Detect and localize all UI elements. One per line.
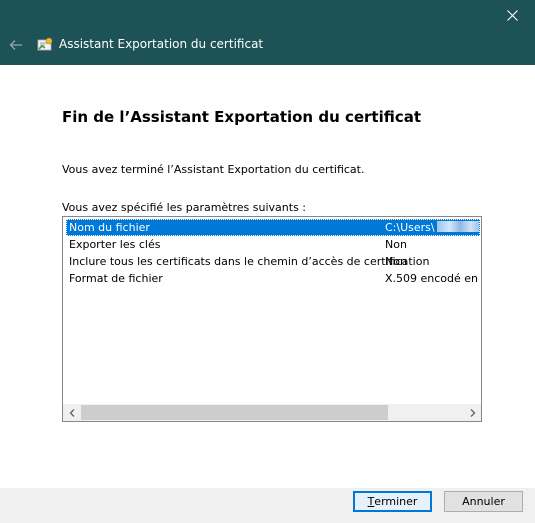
list-item[interactable]: Nom du fichier C:\Users\ bbox=[66, 219, 480, 236]
list-item[interactable]: Format de fichier X.509 encodé en ba bbox=[66, 270, 481, 287]
back-arrow-icon bbox=[9, 40, 22, 50]
certificate-icon bbox=[37, 37, 53, 51]
completion-message: Vous avez terminé l’Assistant Exportatio… bbox=[62, 163, 365, 176]
setting-name: Nom du fichier bbox=[69, 221, 150, 234]
back-button[interactable] bbox=[6, 35, 26, 55]
setting-name: Exporter les clés bbox=[69, 238, 161, 251]
list-item[interactable]: Inclure tous les certificats dans le che… bbox=[66, 253, 480, 270]
list-item[interactable]: Exporter les clés Non bbox=[66, 236, 480, 253]
button-bar: Terminer Annuler bbox=[0, 488, 535, 523]
setting-value: C:\Users\ bbox=[385, 220, 481, 235]
chevron-right-icon bbox=[470, 408, 475, 417]
settings-label: Vous avez spécifié les paramètres suivan… bbox=[62, 201, 307, 214]
redacted-text bbox=[436, 221, 479, 232]
scroll-right-button[interactable] bbox=[464, 404, 481, 421]
wizard-content: Fin de l’Assistant Exportation du certif… bbox=[0, 65, 535, 488]
finish-accelerator: T bbox=[367, 495, 375, 508]
finish-label: erminer bbox=[374, 495, 418, 508]
finish-button[interactable]: Terminer bbox=[353, 491, 432, 512]
horizontal-scrollbar[interactable] bbox=[63, 404, 481, 421]
setting-value: X.509 encodé en ba bbox=[385, 272, 481, 285]
title-bar: Assistant Exportation du certificat bbox=[0, 0, 535, 65]
scrollbar-thumb[interactable] bbox=[81, 405, 388, 420]
chevron-left-icon bbox=[69, 408, 74, 417]
settings-list[interactable]: Nom du fichier C:\Users\ Exporter les cl… bbox=[62, 216, 482, 422]
page-title: Fin de l’Assistant Exportation du certif… bbox=[62, 108, 422, 126]
window-title: Assistant Exportation du certificat bbox=[59, 37, 264, 51]
setting-name: Format de fichier bbox=[69, 272, 163, 285]
close-button[interactable] bbox=[489, 0, 535, 30]
cancel-button[interactable]: Annuler bbox=[444, 491, 523, 512]
setting-value: Non bbox=[385, 255, 407, 268]
scroll-left-button[interactable] bbox=[63, 404, 80, 421]
setting-value: Non bbox=[385, 238, 407, 251]
close-icon bbox=[506, 9, 518, 21]
setting-name: Inclure tous les certificats dans le che… bbox=[69, 255, 430, 268]
